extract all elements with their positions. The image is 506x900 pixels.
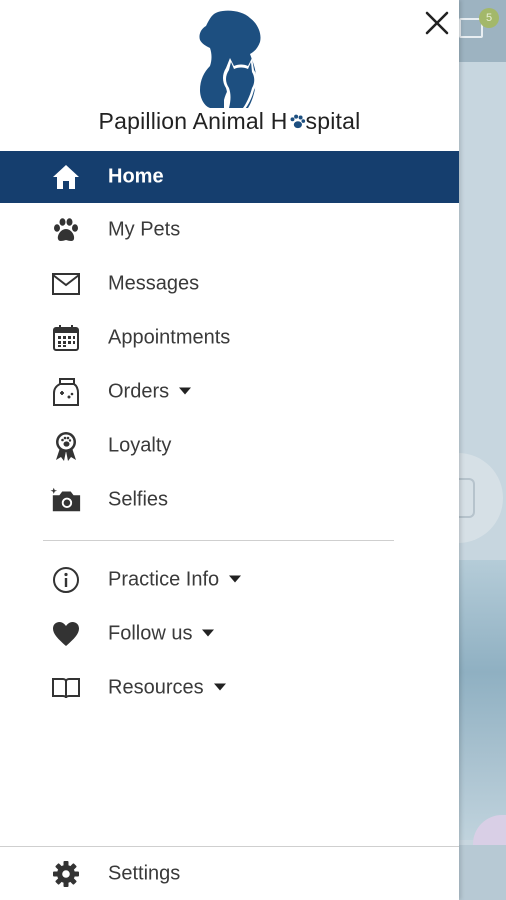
orders-label: Orders xyxy=(108,380,170,403)
info-icon xyxy=(50,564,82,596)
background-badge: 5 xyxy=(479,8,499,28)
book-icon xyxy=(50,672,82,704)
food-bag-icon xyxy=(50,376,82,408)
paw-icon xyxy=(50,214,82,246)
dog-cat-logo-icon xyxy=(199,10,261,110)
menu-item-resources[interactable]: Resources xyxy=(0,661,459,715)
chevron-down-icon xyxy=(202,629,215,637)
menu-item-my-pets[interactable]: My Pets xyxy=(0,203,459,257)
paw-logo-icon xyxy=(290,114,305,129)
menu-item-follow-us[interactable]: Follow us xyxy=(0,607,459,661)
menu-item-label: Selfies xyxy=(108,488,169,511)
background-app: 5 xyxy=(459,0,506,900)
gear-icon xyxy=(50,858,82,890)
navigation-drawer: Papillion Animal H spital Home My Pets M… xyxy=(0,0,459,900)
menu-item-label: Practice Info xyxy=(108,568,242,592)
chevron-down-icon xyxy=(213,683,226,691)
menu-item-label: My Pets xyxy=(108,218,181,241)
menu-item-messages[interactable]: Messages xyxy=(0,257,459,311)
brand-name: Papillion Animal H spital xyxy=(0,108,459,135)
menu-divider xyxy=(43,540,394,541)
brand-name-part1: Papillion Animal H xyxy=(98,108,288,134)
menu-item-label: Follow us xyxy=(108,622,215,646)
menu-item-selfies[interactable]: Selfies xyxy=(0,473,459,527)
menu-item-label: Resources xyxy=(108,677,226,700)
menu-item-label: Appointments xyxy=(108,326,231,349)
resources-label: Resources xyxy=(108,676,204,699)
menu-item-home[interactable]: Home xyxy=(0,151,459,203)
brand-name-part2: spital xyxy=(305,108,361,134)
secondary-menu: Practice Info Follow us Resources xyxy=(0,553,459,715)
background-bag-icon xyxy=(459,478,475,518)
menu-item-practice-info[interactable]: Practice Info xyxy=(0,553,459,607)
background-bottom xyxy=(459,845,506,900)
home-icon xyxy=(50,161,82,193)
close-icon[interactable] xyxy=(422,8,452,38)
menu-item-appointments[interactable]: Appointments xyxy=(0,311,459,365)
menu-item-label: Loyalty xyxy=(108,434,172,457)
menu-item-label: Home xyxy=(108,165,164,188)
chevron-down-icon xyxy=(229,575,242,583)
menu-item-loyalty[interactable]: Loyalty xyxy=(0,419,459,473)
background-image xyxy=(459,560,506,840)
heart-icon xyxy=(50,618,82,650)
main-menu: Home My Pets Messages Appointments Order… xyxy=(0,151,459,527)
chevron-down-icon xyxy=(179,387,192,395)
practice-info-label: Practice Info xyxy=(108,568,220,591)
menu-item-settings[interactable]: Settings xyxy=(0,847,459,900)
calendar-icon xyxy=(50,322,82,354)
menu-item-label: Orders xyxy=(108,380,192,404)
menu-item-label: Messages xyxy=(108,272,200,295)
envelope-icon xyxy=(50,268,82,300)
award-ribbon-icon xyxy=(50,430,82,462)
camera-icon xyxy=(50,484,82,516)
menu-item-label: Settings xyxy=(108,862,181,884)
menu-item-orders[interactable]: Orders xyxy=(0,365,459,419)
follow-us-label: Follow us xyxy=(108,622,193,645)
